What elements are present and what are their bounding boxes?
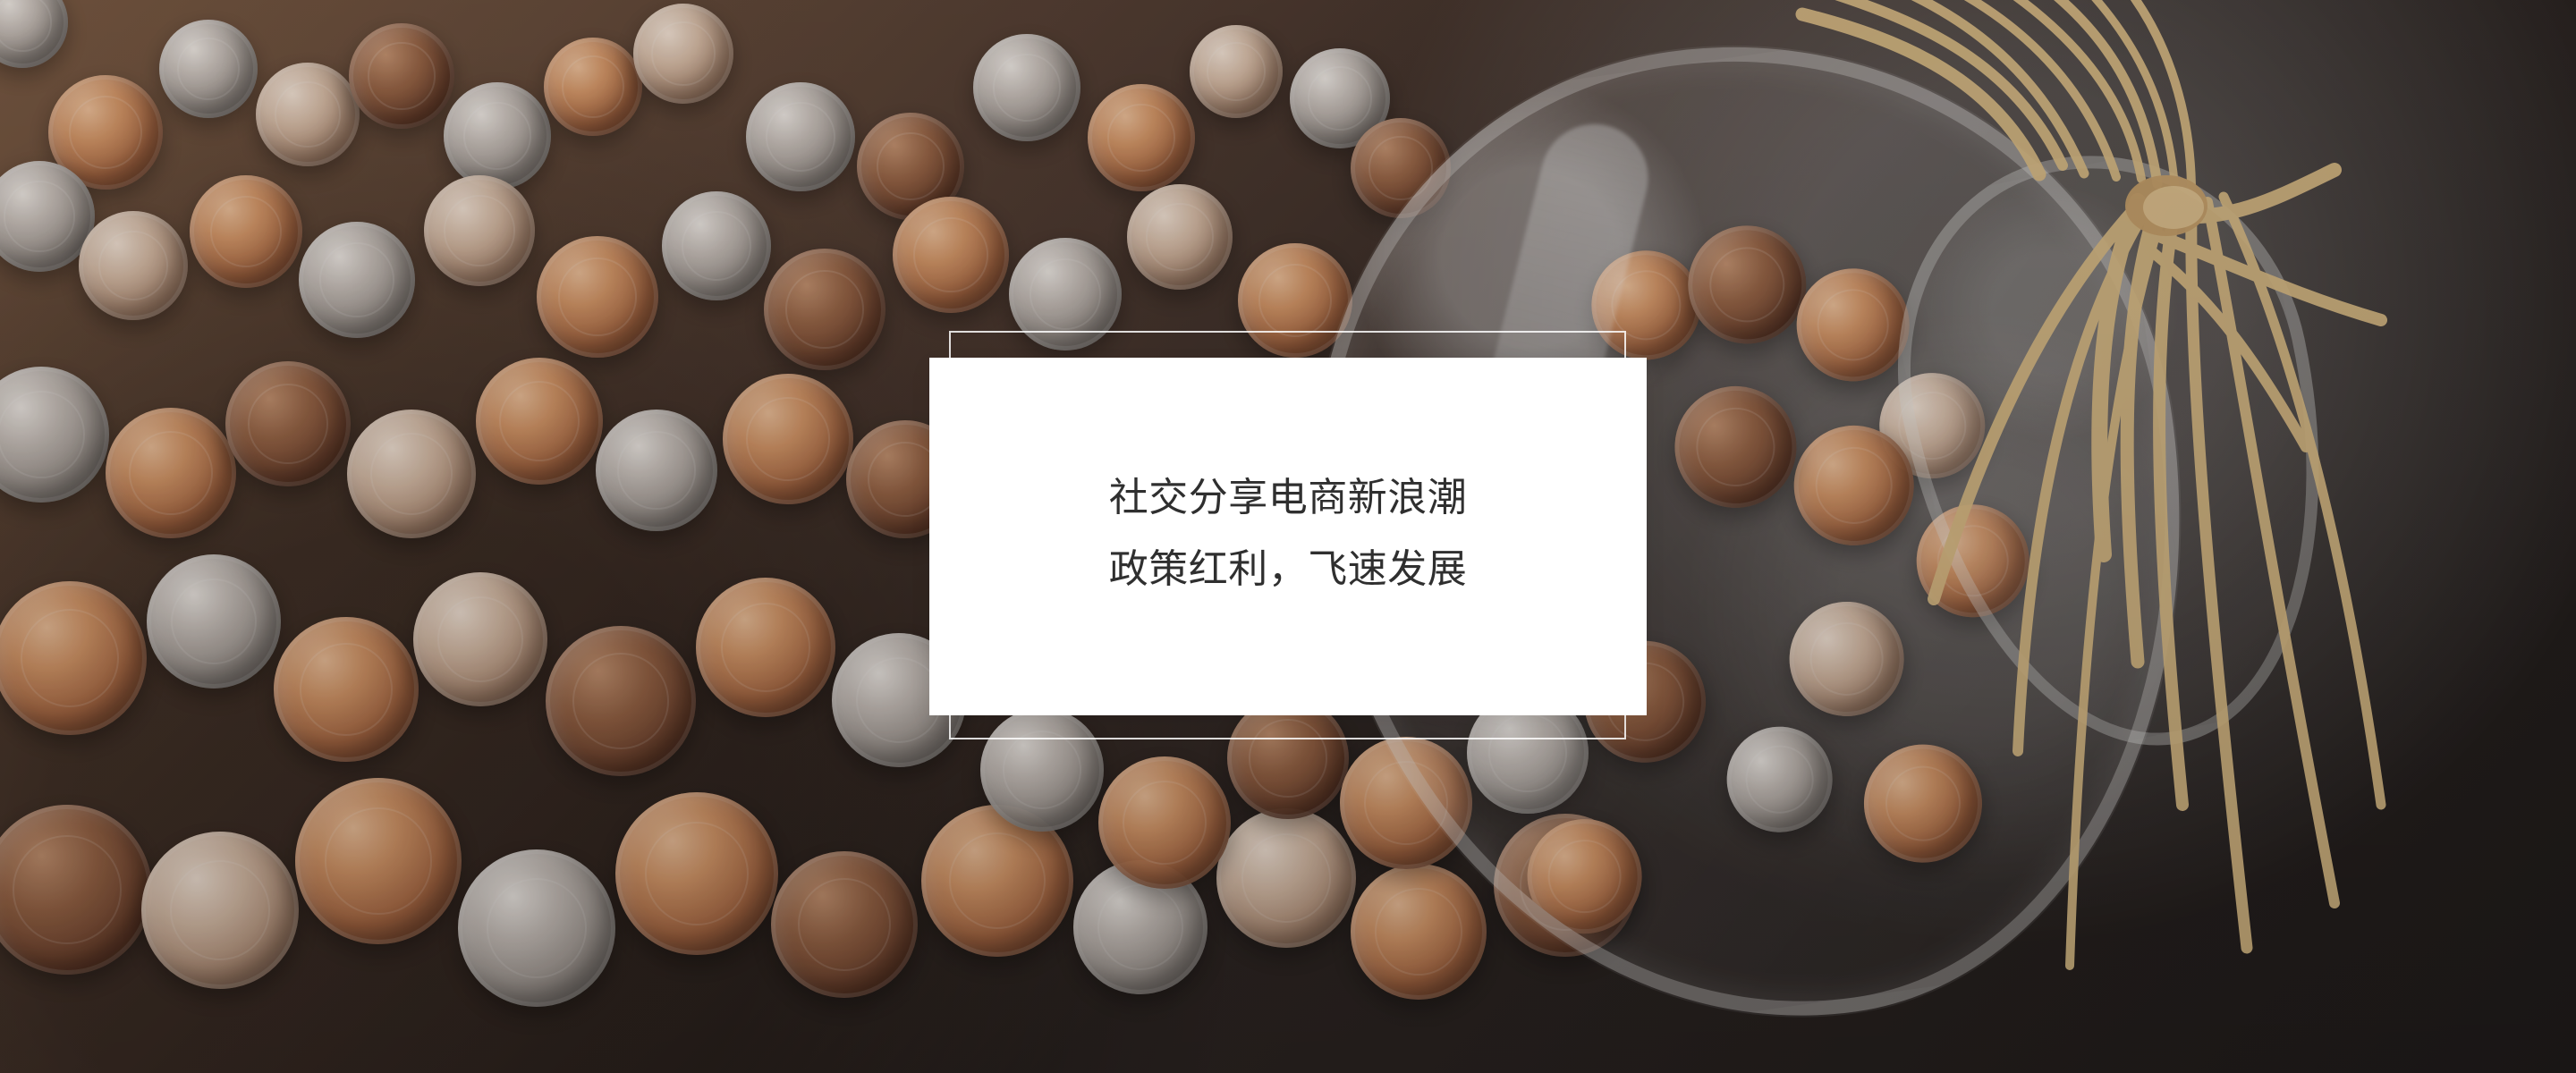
coin-background-coin: [147, 554, 281, 689]
coin-background-coin: [349, 23, 454, 129]
coin-background-coin: [633, 4, 733, 104]
coin-background-coin: [771, 851, 918, 998]
coin-background-coin: [596, 410, 717, 531]
coin-background-coin: [893, 197, 1009, 313]
coin-background-coin: [79, 211, 188, 320]
coin-background-coin: [1098, 756, 1231, 889]
hero-headline: 社交分享电商新浪潮 政策红利，飞速发展: [929, 462, 1647, 605]
hero-content-card: 社交分享电商新浪潮 政策红利，飞速发展: [929, 358, 1647, 715]
coin-background-coin: [1127, 184, 1233, 290]
coin-background-coin: [1088, 84, 1195, 191]
coin-background-coin: [225, 361, 351, 486]
coin-background-coin: [1009, 238, 1122, 351]
coin-background-coin: [0, 805, 152, 975]
coin-background-coin: [0, 367, 109, 503]
jar-coin: [1520, 811, 1649, 942]
coin-background-coin: [413, 572, 547, 706]
coin-background-coin: [746, 82, 855, 191]
coin-background-coin: [444, 82, 551, 190]
hero-banner: 社交分享电商新浪潮 政策红利，飞速发展: [0, 0, 2576, 1073]
coin-background-coin: [546, 626, 696, 776]
coin-background-coin: [973, 34, 1080, 141]
coin-background-coin: [723, 374, 853, 504]
coin-background-coin: [190, 175, 302, 288]
coin-background-coin: [0, 0, 68, 68]
coin-background-coin: [476, 358, 603, 485]
coin-background-coin: [159, 20, 258, 118]
coin-background-coin: [980, 708, 1104, 832]
coin-background-coin: [141, 832, 299, 989]
coin-background-coin: [0, 581, 147, 735]
coin-background-coin: [544, 38, 642, 136]
coin-background-coin: [256, 63, 360, 166]
coin-background-coin: [537, 236, 658, 358]
coin-background-coin: [615, 792, 778, 955]
hero-headline-line-1: 社交分享电商新浪潮: [1108, 475, 1468, 520]
coin-background-coin: [274, 617, 419, 762]
coin-background-coin: [764, 249, 886, 370]
coin-background-coin: [347, 410, 476, 538]
coin-background-coin: [696, 578, 835, 717]
coin-background-coin: [424, 175, 535, 286]
coin-background-coin: [1190, 25, 1283, 118]
hero-headline-line-2: 政策红利，飞速发展: [1108, 546, 1468, 592]
coin-background-coin: [299, 222, 415, 338]
coin-background-coin: [106, 408, 236, 538]
coin-background-coin: [295, 778, 462, 944]
coin-background-coin: [458, 849, 615, 1007]
raffia-ribbon: [1795, 0, 2387, 970]
coin-background-coin: [662, 191, 771, 300]
